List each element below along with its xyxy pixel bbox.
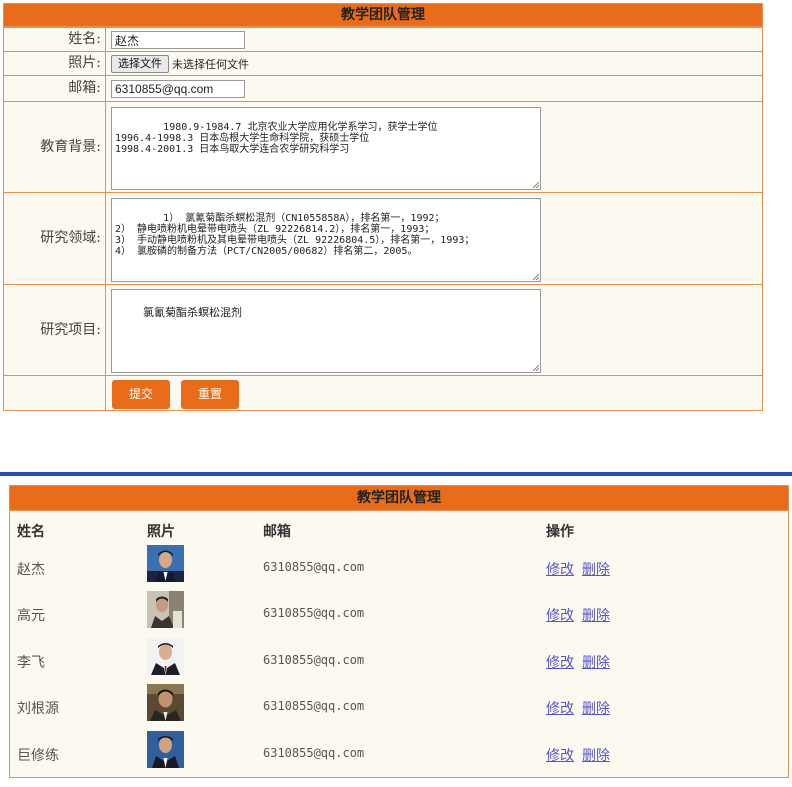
member-photo — [147, 545, 184, 582]
name-input[interactable] — [111, 31, 245, 49]
project-row: 研究项目: 氯氰菊酯杀螟松混剂 — [4, 284, 762, 375]
email-input[interactable] — [111, 80, 245, 98]
member-name: 李飞 — [17, 655, 45, 671]
edit-link[interactable]: 修改 — [546, 559, 574, 579]
delete-link[interactable]: 删除 — [582, 652, 610, 672]
member-name: 刘根源 — [17, 701, 59, 717]
team-list: 教学团队管理 姓名 照片 邮箱 操作 赵杰 6310855@qq.com 修改 … — [9, 485, 789, 778]
member-email: 6310855@qq.com — [263, 653, 365, 667]
education-textarea[interactable]: 1980.9-1984.7 北京农业大学应用化学系学习，获学士学位 1996.4… — [111, 107, 541, 190]
edit-link[interactable]: 修改 — [546, 698, 574, 718]
education-row: 教育背景: 1980.9-1984.7 北京农业大学应用化学系学习，获学士学位 … — [4, 101, 762, 192]
table-row: 高元 6310855@qq.com 修改 删除 — [10, 591, 788, 637]
education-text: 1980.9-1984.7 北京农业大学应用化学系学习，获学士学位 1996.4… — [115, 122, 438, 155]
file-status-text: 未选择任何文件 — [172, 58, 249, 71]
member-email: 6310855@qq.com — [263, 606, 365, 620]
buttons-label-cell — [4, 376, 106, 411]
name-label: 姓名: — [4, 28, 106, 51]
col-header-email: 邮箱 — [263, 524, 291, 540]
research-row: 研究领域: 1） 氯氰菊酯杀螟松混剂（CN1055858A），排名第一，1992… — [4, 192, 762, 284]
col-header-photo: 照片 — [147, 524, 175, 540]
education-label: 教育背景: — [4, 102, 106, 192]
table-row: 刘根源 6310855@qq.com 修改 删除 — [10, 684, 788, 730]
delete-link[interactable]: 删除 — [582, 559, 610, 579]
submit-button[interactable]: 提交 — [112, 380, 170, 409]
edit-link[interactable]: 修改 — [546, 605, 574, 625]
research-textarea[interactable]: 1） 氯氰菊酯杀螟松混剂（CN1055858A），排名第一，1992； 2） 静… — [111, 198, 541, 282]
delete-link[interactable]: 删除 — [582, 698, 610, 718]
member-name: 高元 — [17, 608, 45, 624]
project-label: 研究项目: — [4, 285, 106, 375]
email-row: 邮箱: — [4, 75, 762, 101]
resize-grip-icon[interactable] — [533, 365, 539, 371]
choose-file-button[interactable]: 选择文件 — [111, 55, 169, 73]
buttons-row: 提交 重置 — [4, 375, 762, 411]
member-photo — [147, 731, 184, 768]
member-email: 6310855@qq.com — [263, 560, 365, 574]
table-row: 李飞 6310855@qq.com 修改 删除 — [10, 638, 788, 684]
project-text: 氯氰菊酯杀螟松混剂 — [142, 306, 242, 319]
list-title: 教学团队管理 — [10, 486, 788, 511]
member-photo — [147, 684, 184, 721]
research-text: 1） 氯氰菊酯杀螟松混剂（CN1055858A），排名第一，1992； 2） 静… — [115, 213, 475, 257]
resize-grip-icon[interactable] — [533, 182, 539, 188]
resize-grip-icon[interactable] — [533, 274, 539, 280]
project-textarea[interactable]: 氯氰菊酯杀螟松混剂 — [111, 289, 541, 373]
section-divider — [0, 472, 792, 476]
photo-label: 照片: — [4, 52, 106, 75]
table-row: 巨修练 6310855@qq.com 修改 删除 — [10, 731, 788, 777]
table-row: 赵杰 6310855@qq.com 修改 删除 — [10, 545, 788, 591]
col-header-name: 姓名 — [17, 524, 45, 540]
member-email: 6310855@qq.com — [263, 699, 365, 713]
col-header-actions: 操作 — [546, 524, 574, 540]
research-label: 研究领域: — [4, 193, 106, 284]
email-label: 邮箱: — [4, 76, 106, 101]
edit-link[interactable]: 修改 — [546, 652, 574, 672]
reset-button[interactable]: 重置 — [181, 380, 239, 409]
member-name: 巨修练 — [17, 748, 59, 764]
photo-row: 照片: 选择文件 未选择任何文件 — [4, 51, 762, 75]
form-title: 教学团队管理 — [4, 4, 762, 27]
member-photo — [147, 591, 184, 628]
edit-link[interactable]: 修改 — [546, 745, 574, 765]
team-edit-form: 教学团队管理 姓名: 照片: 选择文件 未选择任何文件 邮箱: 教育背景: 19… — [3, 3, 763, 411]
delete-link[interactable]: 删除 — [582, 745, 610, 765]
delete-link[interactable]: 删除 — [582, 605, 610, 625]
name-row: 姓名: — [4, 27, 762, 51]
member-email: 6310855@qq.com — [263, 746, 365, 760]
member-name: 赵杰 — [17, 562, 45, 578]
member-photo — [147, 638, 184, 675]
